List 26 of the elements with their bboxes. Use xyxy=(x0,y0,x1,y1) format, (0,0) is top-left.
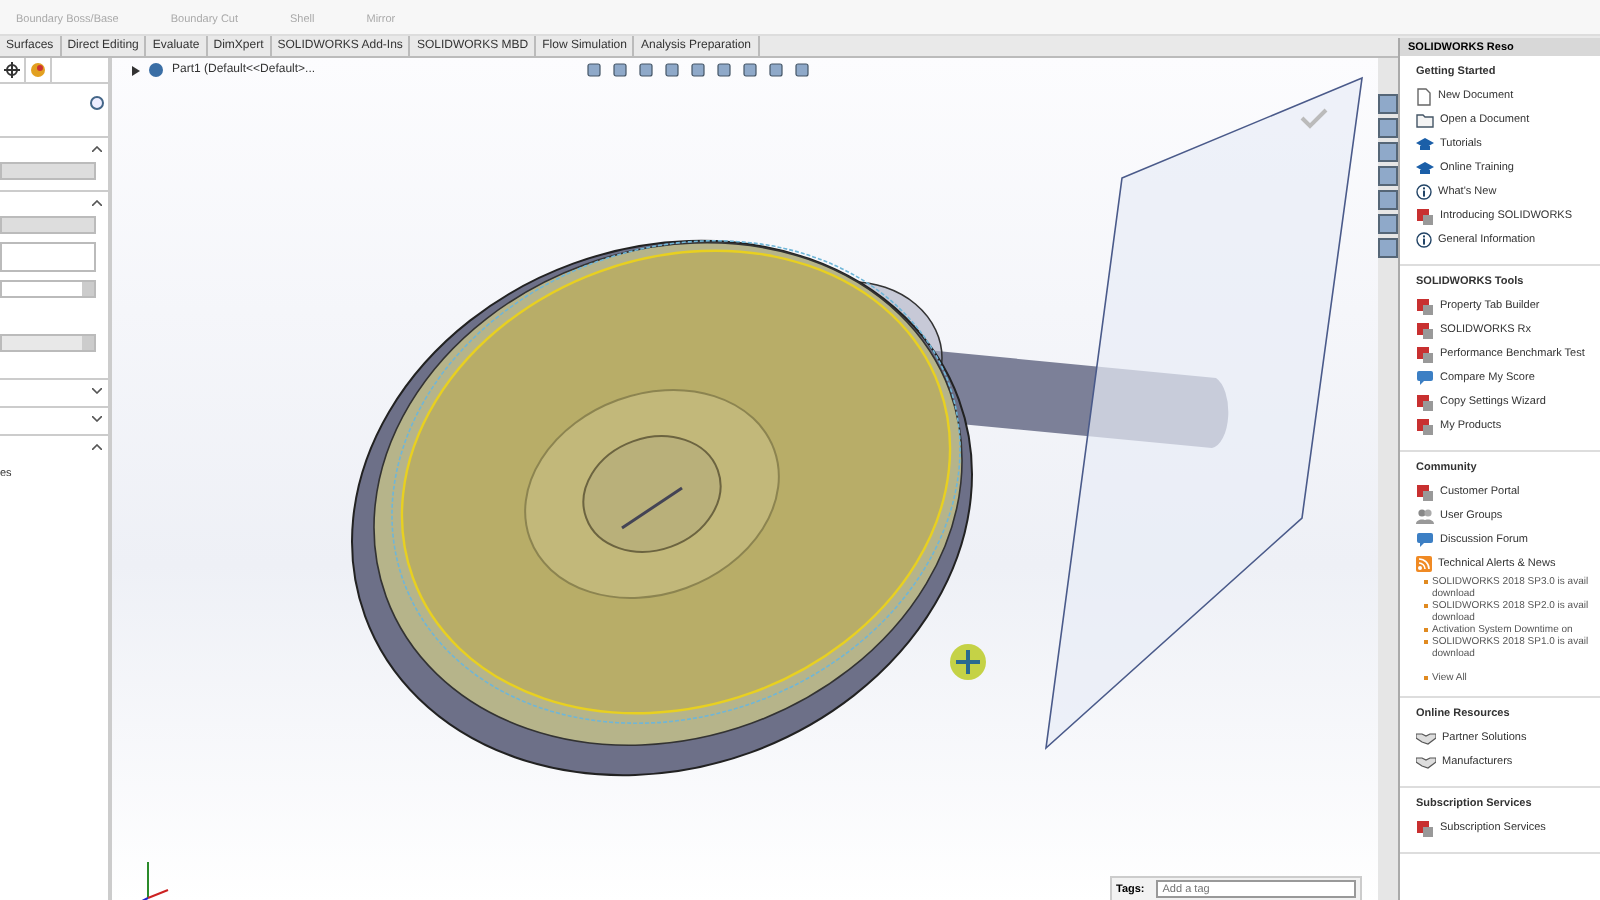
crosshair-icon[interactable] xyxy=(4,62,20,78)
collapse-chevron-icon[interactable] xyxy=(92,443,102,449)
expand-chevron-icon[interactable] xyxy=(92,387,102,393)
tool-icon xyxy=(1416,207,1434,225)
rss-icon xyxy=(1416,556,1432,572)
axis-triad-icon xyxy=(139,861,169,900)
folder-icon xyxy=(1416,112,1434,128)
graduation-cap-icon xyxy=(1416,137,1434,151)
confirm-check-icon[interactable] xyxy=(1300,108,1328,129)
people-icon xyxy=(1416,508,1434,524)
collapse-chevron-icon[interactable] xyxy=(92,199,102,205)
graduation-cap-icon xyxy=(1416,161,1434,175)
spin-field[interactable] xyxy=(0,280,96,298)
info-icon xyxy=(1416,232,1432,248)
spin-field[interactable] xyxy=(0,334,96,352)
chat-icon xyxy=(1416,532,1434,548)
expand-arrow-icon[interactable] xyxy=(132,65,140,75)
document-icon xyxy=(1416,87,1432,105)
collapse-chevron-icon[interactable] xyxy=(92,145,102,151)
info-icon xyxy=(1416,184,1432,200)
expand-chevron-icon[interactable] xyxy=(92,415,102,421)
move-handle-icon[interactable] xyxy=(950,644,986,680)
chat-icon xyxy=(1416,370,1434,386)
tool-icon xyxy=(1416,819,1434,837)
tool-icon xyxy=(1416,483,1434,501)
help-icon[interactable] xyxy=(90,96,104,110)
